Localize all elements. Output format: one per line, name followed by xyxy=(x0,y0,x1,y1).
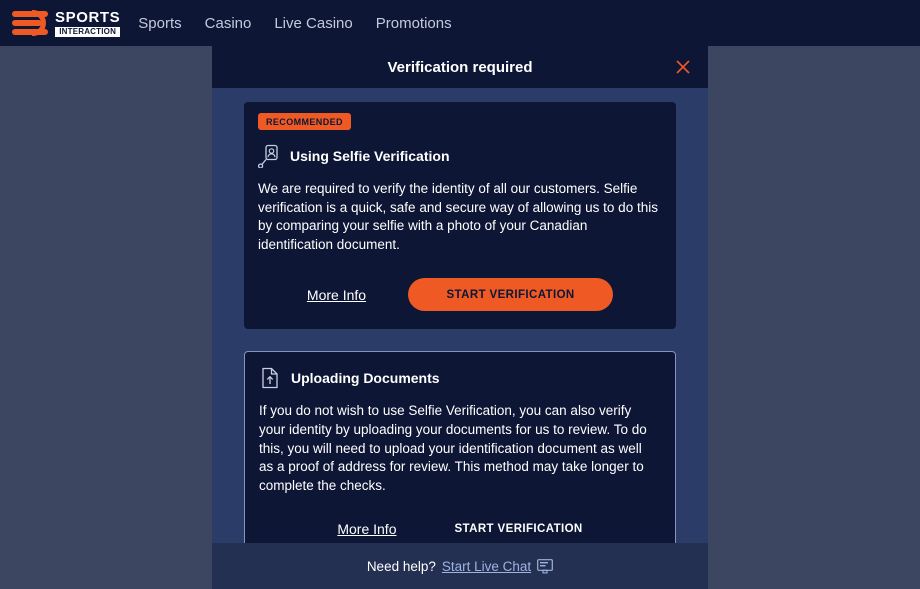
card-actions: More Info START VERIFICATION xyxy=(259,521,661,537)
card-title: Using Selfie Verification xyxy=(290,148,450,164)
verification-required-modal: Verification required RECOMMENDED Using … xyxy=(212,46,708,589)
logo-line-1: SPORTS xyxy=(55,8,121,26)
need-help-label: Need help? xyxy=(366,558,436,574)
nav-link-sports[interactable]: Sports xyxy=(138,15,181,32)
more-info-link-selfie[interactable]: More Info xyxy=(307,287,366,303)
modal-footer: Need help? Start Live Chat xyxy=(212,543,708,589)
close-icon[interactable] xyxy=(674,58,692,76)
nav-link-casino[interactable]: Casino xyxy=(205,15,252,32)
card-actions: More Info START VERIFICATION xyxy=(258,278,662,312)
start-live-chat-link[interactable]: Start Live Chat xyxy=(442,559,531,574)
start-verification-button-selfie[interactable]: START VERIFICATION xyxy=(408,278,614,312)
selfie-verification-card: RECOMMENDED Using Selfie Verification We… xyxy=(244,102,676,330)
selfie-verification-icon xyxy=(258,144,280,168)
card-header: Uploading Documents xyxy=(259,366,661,390)
card-description: If you do not wish to use Selfie Verific… xyxy=(259,403,647,493)
primary-nav-links: Sports Casino Live Casino Promotions xyxy=(138,15,451,32)
modal-title: Verification required xyxy=(387,58,533,76)
nav-link-promotions[interactable]: Promotions xyxy=(376,15,452,32)
modal-body: RECOMMENDED Using Selfie Verification We… xyxy=(212,88,708,543)
recommended-badge: RECOMMENDED xyxy=(258,113,351,130)
modal-header: Verification required xyxy=(212,46,708,88)
nav-link-live-casino[interactable]: Live Casino xyxy=(274,15,352,32)
logo-wordmark: SPORTS INTERACTION xyxy=(55,8,121,37)
sports-interaction-logo-icon xyxy=(12,9,48,37)
more-info-link-documents[interactable]: More Info xyxy=(337,521,396,537)
live-chat-icon[interactable] xyxy=(537,558,554,574)
logo-line-2: INTERACTION xyxy=(55,26,121,37)
card-header: Using Selfie Verification xyxy=(258,144,662,168)
card-title: Uploading Documents xyxy=(291,370,440,387)
card-description: We are required to verify the identity o… xyxy=(258,181,658,252)
start-verification-button-documents[interactable]: START VERIFICATION xyxy=(454,523,582,535)
top-navigation-bar: SPORTS INTERACTION Sports Casino Live Ca… xyxy=(0,0,920,46)
upload-document-icon xyxy=(259,366,281,390)
site-logo[interactable]: SPORTS INTERACTION xyxy=(12,8,121,37)
uploading-documents-card: Uploading Documents If you do not wish t… xyxy=(244,351,676,543)
